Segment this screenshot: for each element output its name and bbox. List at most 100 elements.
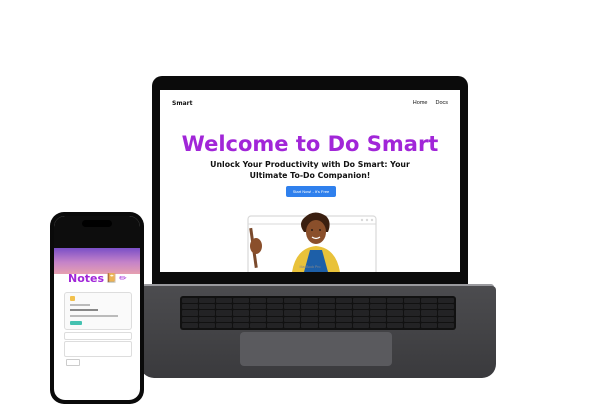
keyboard-key [420,304,437,310]
keyboard-key [352,304,369,310]
keyboard-key [318,316,335,322]
keyboard-key [386,310,403,316]
keyboard-key [403,322,420,328]
keyboard-key [318,304,335,310]
keyboard-key [199,316,216,322]
notes-banner-image [54,248,140,274]
phone-device: Notes 📔 ✏ [50,212,144,404]
keyboard-key [318,298,335,304]
keyboard-key [369,316,386,322]
keyboard-key [335,310,352,316]
keyboard-key [199,310,216,316]
keyboard-key [352,322,369,328]
laptop-trackpad [240,332,392,366]
hero-title: Welcome to Do Smart [181,132,439,156]
keyboard-key [284,316,301,322]
keyboard-key [369,310,386,316]
keyboard-key [437,322,454,328]
phone-notch [82,220,112,227]
keyboard-key [216,304,233,310]
laptop-base [140,286,496,378]
keyboard-key [335,298,352,304]
site-logo[interactable]: Smart [172,100,192,107]
laptop-keyboard [180,296,456,330]
keyboard-key [199,322,216,328]
hero-subtitle: Unlock Your Productivity with Do Smart: … [210,160,410,180]
keyboard-key [182,310,199,316]
note-card-line [70,304,90,306]
keyboard-key [199,298,216,304]
keyboard-key [233,304,250,310]
keyboard-key [233,298,250,304]
keyboard-key [403,304,420,310]
keyboard-key [182,316,199,322]
keyboard-key [182,322,199,328]
keyboard-key [386,298,403,304]
note-card-line [70,315,118,317]
keyboard-key [216,322,233,328]
keyboard-key [335,322,352,328]
keyboard-key [335,304,352,310]
keyboard-key [301,298,318,304]
keyboard-key [284,310,301,316]
keyboard-key [403,310,420,316]
site-navbar: Smart Home Docs [160,90,460,120]
laptop-model-label: MacBook Pro [299,265,321,269]
add-note-button[interactable] [66,359,80,366]
keyboard-key [318,310,335,316]
note-body-input[interactable] [64,341,132,357]
laptop-lid: Smart Home Docs Welcome to Do Smart Unlo… [152,76,468,286]
keyboard-key [267,304,284,310]
note-card[interactable] [64,292,132,330]
pencil-icon: ✏ [119,273,127,284]
keyboard-key [199,304,216,310]
keyboard-key [386,322,403,328]
keyboard-key [182,304,199,310]
keyboard-key [233,310,250,316]
keyboard-key [267,316,284,322]
keyboard-key [267,298,284,304]
keyboard-key [250,298,267,304]
keyboard-key [233,322,250,328]
hero-illustration [247,212,377,272]
keyboard-key [386,304,403,310]
keyboard-key [437,316,454,322]
notes-title: Notes 📔 ✏ [68,272,127,285]
keyboard-key [284,298,301,304]
keyboard-key [216,298,233,304]
keyboard-key [403,316,420,322]
phone-status-bar [54,216,140,248]
keyboard-key [250,310,267,316]
keyboard-key [250,322,267,328]
notebook-icon: 📔 [106,273,118,284]
nav-link-home[interactable]: Home [413,100,428,106]
note-card-tag[interactable] [70,321,82,325]
keyboard-key [301,322,318,328]
notes-title-text: Notes [68,272,105,285]
keyboard-key [335,316,352,322]
keyboard-key [352,310,369,316]
keyboard-key [233,316,250,322]
keyboard-key [420,316,437,322]
keyboard-key [403,298,420,304]
keyboard-key [437,304,454,310]
keyboard-key [216,316,233,322]
keyboard-key [437,298,454,304]
laptop-screen: Smart Home Docs Welcome to Do Smart Unlo… [160,90,460,272]
keyboard-key [301,310,318,316]
keyboard-key [301,316,318,322]
keyboard-key [386,316,403,322]
keyboard-key [420,310,437,316]
keyboard-key [284,304,301,310]
keyboard-key [250,304,267,310]
keyboard-key [369,322,386,328]
keyboard-key [318,322,335,328]
note-title-input[interactable] [64,332,132,340]
keyboard-key [284,322,301,328]
note-card-icon [70,296,75,301]
start-now-button[interactable]: Start Now! - It's Free [286,186,336,197]
keyboard-key [216,310,233,316]
note-card-line [70,309,98,311]
nav-link-docs[interactable]: Docs [435,100,448,106]
nav-links: Home Docs [413,100,448,106]
